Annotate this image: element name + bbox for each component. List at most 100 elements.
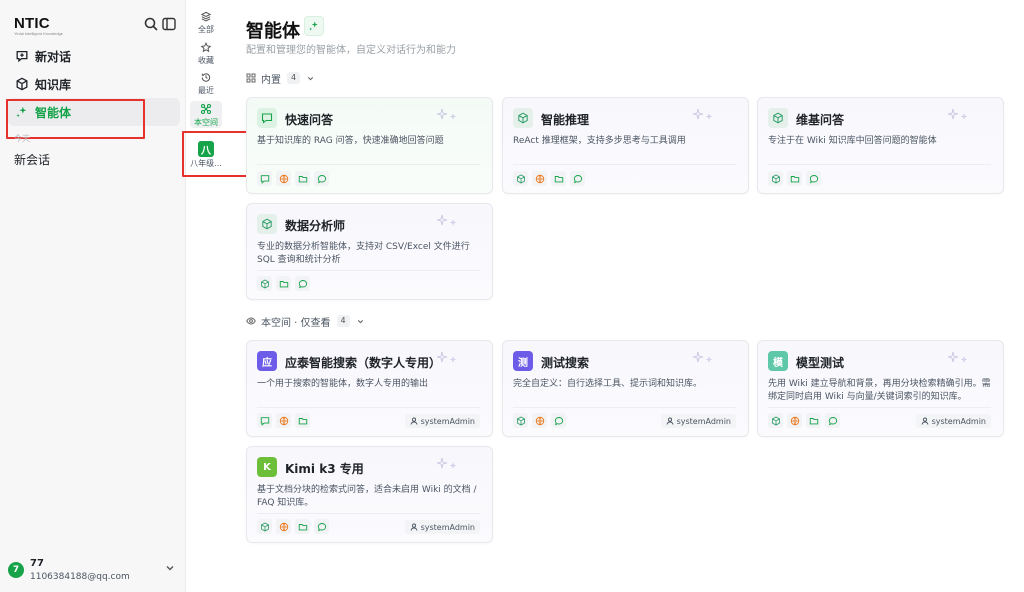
cube-icon <box>513 413 528 428</box>
message-bubble-icon <box>806 171 821 186</box>
user-email: 1106384188@qq.com <box>30 572 130 582</box>
agent-card-desc: 一个用于搜索的智能体，数字人专用的输出 <box>257 379 429 389</box>
eye-icon <box>246 317 256 325</box>
cube-icon <box>513 108 533 128</box>
agent-card-title: 维基问答 <box>796 113 845 127</box>
owner-badge: systemAdmin <box>915 414 991 428</box>
owner-name: systemAdmin <box>931 416 986 426</box>
agent-card-test-search[interactable]: 测 测试搜索 完全自定义：自行选择工具、提示词和知识库。 systemAdmin <box>502 340 749 437</box>
message-bubble-icon <box>570 171 585 186</box>
message-bubble-icon <box>295 276 310 291</box>
sparkle-icon <box>436 456 460 472</box>
agent-card-title: 测试搜索 <box>541 356 590 370</box>
globe-icon <box>787 413 802 428</box>
agent-card-yingtai-search[interactable]: 应 应泰智能搜索（数字人专用） 一个用于搜索的智能体，数字人专用的输出 syst… <box>246 340 493 437</box>
folder-icon <box>551 171 566 186</box>
agent-badge: 测 <box>513 351 533 371</box>
conversation-item[interactable]: 新会话 <box>14 151 50 168</box>
sparkle-icon <box>436 107 460 123</box>
brand-logo[interactable]: NTIC <box>14 15 50 32</box>
agent-title-icon <box>304 16 324 36</box>
agent-badge: K <box>257 457 277 477</box>
user-icon <box>410 523 418 531</box>
folder-icon <box>295 171 310 186</box>
rail-item-this-space[interactable]: 本空间 <box>190 101 222 128</box>
tool-list <box>768 413 840 428</box>
cube-icon <box>768 171 783 186</box>
owner-name: systemAdmin <box>420 416 475 426</box>
card-divider <box>768 407 991 408</box>
chat-plus-icon <box>16 50 28 63</box>
globe-icon <box>276 171 291 186</box>
group-count: 4 <box>287 72 301 84</box>
sparkle-icon <box>436 350 460 366</box>
cube-icon <box>257 276 272 291</box>
card-divider <box>257 513 480 514</box>
rail-item-label: 最近 <box>198 86 214 95</box>
highlight-box-space <box>182 131 253 177</box>
brand-tagline: Yintai Intelligent Knowledge <box>14 31 63 36</box>
chat-icon <box>257 108 277 128</box>
folder-icon <box>295 413 310 428</box>
nodes-icon <box>200 103 212 115</box>
rail-item-favorites[interactable]: 收藏 <box>190 42 222 66</box>
agent-card-reasoning[interactable]: 智能推理 ReAct 推理框架，支持多步思考与工具调用 <box>502 97 749 194</box>
sparkle-icon <box>947 107 971 123</box>
cube-icon <box>16 77 28 91</box>
agent-card-title: 数据分析师 <box>285 219 346 233</box>
agent-card-quick-qa[interactable]: 快速问答 基于知识库的 RAG 问答，快速准确地回答问题 <box>246 97 493 194</box>
chat-icon <box>257 413 272 428</box>
agent-card-desc: 专注于在 Wiki 知识库中回答问题的智能体 <box>768 136 937 146</box>
sidebar-item-new-chat[interactable]: 新对话 <box>8 42 180 70</box>
sidebar-item-label: 新对话 <box>35 49 72 64</box>
agent-card-data-analyst[interactable]: 数据分析师 专业的数据分析智能体，支持对 CSV/Excel 文件进行 SQL … <box>246 203 493 300</box>
folder-icon <box>806 413 821 428</box>
card-divider <box>513 407 736 408</box>
rail-item-label: 全部 <box>198 25 214 34</box>
cube-icon <box>257 519 272 534</box>
agent-card-desc: 先用 Wiki 建立导航和背景，再用分块检索精确引用。需绑定同时启用 Wiki … <box>768 379 991 402</box>
message-bubble-icon <box>314 171 329 186</box>
agent-card-desc: 基于文档分块的检索式问答，适合未启用 Wiki 的文档 / FAQ 知识库。 <box>257 485 477 508</box>
globe-icon <box>532 413 547 428</box>
agent-badge: 应 <box>257 351 277 371</box>
sidebar-toggle-icon[interactable] <box>161 16 177 32</box>
layers-icon <box>200 11 212 22</box>
card-divider <box>257 270 480 271</box>
agent-card-desc: 专业的数据分析智能体，支持对 CSV/Excel 文件进行 SQL 查询和统计分… <box>257 242 470 265</box>
chevron-down-icon[interactable] <box>164 562 176 574</box>
agent-card-wiki-qa[interactable]: 维基问答 专注于在 Wiki 知识库中回答问题的智能体 <box>757 97 1004 194</box>
rail-item-label: 收藏 <box>198 56 214 65</box>
sparkle-icon <box>309 21 318 31</box>
agent-card-title: Kimi k3 专用 <box>285 462 364 476</box>
agent-card-desc: 完全自定义：自行选择工具、提示词和知识库。 <box>513 379 703 389</box>
rail-item-all[interactable]: 全部 <box>190 11 222 35</box>
group-header-builtin[interactable]: 内置 4 <box>246 71 315 86</box>
folder-icon <box>295 519 310 534</box>
sidebar-item-knowledge[interactable]: 知识库 <box>8 70 180 98</box>
globe-icon <box>532 171 547 186</box>
avatar[interactable]: 7 <box>8 562 24 578</box>
chevron-down-icon <box>357 319 363 323</box>
agent-card-title: 智能推理 <box>541 113 590 127</box>
card-divider <box>768 164 991 165</box>
agent-card-title: 模型测试 <box>796 356 845 370</box>
sparkle-icon <box>692 350 716 366</box>
page-subtitle: 配置和管理您的智能体，自定义对话行为和能力 <box>246 45 456 56</box>
tool-list <box>513 413 566 428</box>
tool-list <box>768 171 821 186</box>
card-divider <box>513 164 736 165</box>
agent-card-kimi-k3[interactable]: K Kimi k3 专用 基于文档分块的检索式问答，适合未启用 Wiki 的文档… <box>246 446 493 543</box>
owner-name: systemAdmin <box>420 522 475 532</box>
search-icon[interactable] <box>143 16 159 32</box>
owner-badge: systemAdmin <box>660 414 736 428</box>
cube-icon <box>513 171 528 186</box>
rail-item-recent[interactable]: 最近 <box>190 72 222 96</box>
agent-card-model-test[interactable]: 模 模型测试 先用 Wiki 建立导航和背景，再用分块检索精确引用。需绑定同时启… <box>757 340 1004 437</box>
group-count: 4 <box>336 315 350 327</box>
owner-badge: systemAdmin <box>404 520 480 534</box>
group-header-this-space[interactable]: 本空间 · 仅查看 4 <box>246 314 365 329</box>
owner-badge: systemAdmin <box>404 414 480 428</box>
user-icon <box>921 417 929 425</box>
tool-list <box>513 171 585 186</box>
